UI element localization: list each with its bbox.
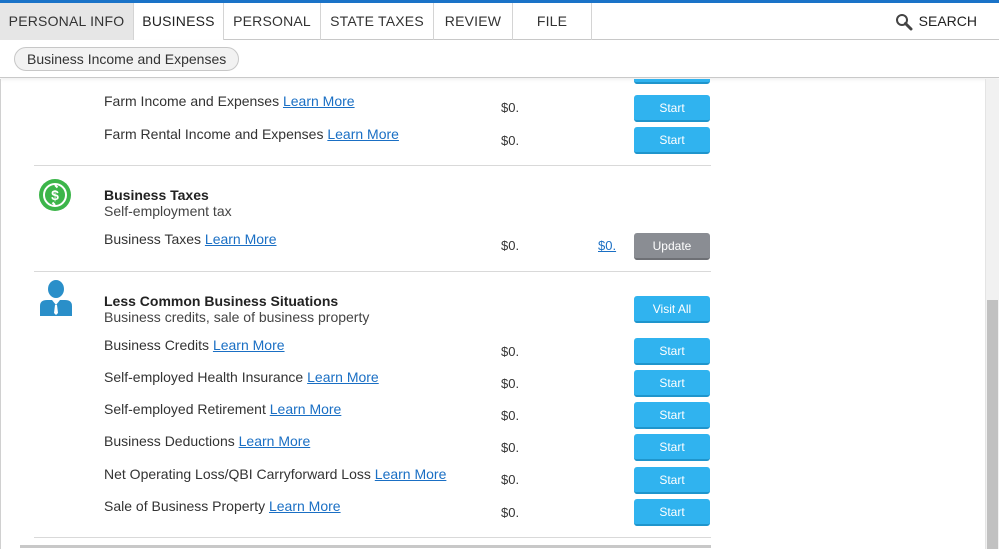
list-item: Self-employed Health Insurance Learn Mor…	[104, 369, 379, 385]
list-item: Business Taxes Learn More	[104, 231, 277, 247]
list-item: Farm Income and Expenses Learn More	[104, 93, 355, 109]
main-content: Farm Income and Expenses Learn More $0. …	[0, 79, 985, 549]
section-title: Business Taxes	[104, 187, 209, 203]
learn-more-link[interactable]: Learn More	[307, 369, 379, 385]
section-divider	[34, 165, 711, 166]
learn-more-link[interactable]: Learn More	[327, 126, 399, 142]
start-button[interactable]: Start	[634, 338, 710, 365]
start-button[interactable]: Start	[634, 467, 710, 494]
list-item: Self-employed Retirement Learn More	[104, 401, 341, 417]
row-amount: $0.	[501, 344, 520, 359]
scrollbar-thumb[interactable]	[987, 300, 998, 549]
row-label: Farm Rental Income and Expenses	[104, 126, 324, 142]
bottom-rule	[20, 545, 711, 548]
row-amount: $0.	[501, 238, 520, 253]
tab-file[interactable]: FILE	[513, 3, 592, 40]
section-divider	[34, 271, 711, 272]
list-item: Business Credits Learn More	[104, 337, 285, 353]
learn-more-link[interactable]: Learn More	[283, 93, 355, 109]
start-button[interactable]: Start	[634, 95, 710, 122]
row-label: Net Operating Loss/QBI Carryforward Loss	[104, 466, 371, 482]
section-title: Less Common Business Situations	[104, 293, 339, 309]
row-amount: $0.	[501, 376, 520, 391]
search-icon	[895, 14, 913, 31]
learn-more-link[interactable]: Learn More	[205, 231, 277, 247]
row-label: Farm Income and Expenses	[104, 93, 280, 109]
visit-all-button[interactable]: Visit All	[634, 296, 710, 323]
learn-more-link[interactable]: Learn More	[239, 433, 311, 449]
tab-business[interactable]: BUSINESS	[134, 3, 224, 40]
search-button[interactable]: SEARCH	[895, 3, 977, 40]
section-subtitle: Self-employment tax	[104, 203, 232, 219]
tab-state-taxes[interactable]: STATE TAXES	[321, 3, 434, 40]
svg-text:$: $	[51, 187, 59, 203]
tab-personal[interactable]: PERSONAL	[224, 3, 321, 40]
update-button[interactable]: Update	[634, 233, 710, 260]
row-amount: $0.	[501, 133, 520, 148]
amount-link[interactable]: $0.	[598, 238, 616, 253]
learn-more-link[interactable]: Learn More	[375, 466, 447, 482]
breadcrumb[interactable]: Business Income and Expenses	[14, 47, 240, 71]
list-item: Business Deductions Learn More	[104, 433, 310, 449]
money-circle-icon: $	[39, 179, 71, 211]
start-button[interactable]: Start	[634, 499, 710, 526]
learn-more-link[interactable]: Learn More	[269, 498, 341, 514]
tab-review[interactable]: REVIEW	[434, 3, 513, 40]
start-button-cutoff[interactable]	[634, 79, 710, 84]
learn-more-link[interactable]: Learn More	[213, 337, 285, 353]
list-item: Net Operating Loss/QBI Carryforward Loss…	[104, 466, 446, 482]
section-divider	[34, 537, 711, 538]
search-label: SEARCH	[918, 13, 977, 29]
section-subtitle: Business credits, sale of business prope…	[104, 309, 370, 325]
row-label: Self-employed Retirement	[104, 401, 266, 417]
start-button[interactable]: Start	[634, 370, 710, 397]
business-person-icon	[40, 280, 72, 316]
row-amount: $0.	[501, 440, 520, 455]
row-label: Self-employed Health Insurance	[104, 369, 304, 385]
row-amount: $0.	[501, 100, 520, 115]
row-label: Business Taxes	[104, 231, 202, 247]
row-label: Sale of Business Property	[104, 498, 266, 514]
start-button[interactable]: Start	[634, 402, 710, 429]
list-item: Sale of Business Property Learn More	[104, 498, 341, 514]
list-item: Farm Rental Income and Expenses Learn Mo…	[104, 126, 399, 142]
row-amount: $0.	[501, 408, 520, 423]
learn-more-link[interactable]: Learn More	[270, 401, 342, 417]
row-amount: $0.	[501, 472, 520, 487]
row-label: Business Credits	[104, 337, 210, 353]
row-amount: $0.	[501, 505, 520, 520]
row-label: Business Deductions	[104, 433, 235, 449]
main-nav: PERSONAL INFO BUSINESS PERSONAL STATE TA…	[0, 3, 999, 40]
start-button[interactable]: Start	[634, 434, 710, 461]
sub-header: Business Income and Expenses	[0, 40, 999, 78]
start-button[interactable]: Start	[634, 127, 710, 154]
tab-personal-info[interactable]: PERSONAL INFO	[0, 3, 134, 40]
